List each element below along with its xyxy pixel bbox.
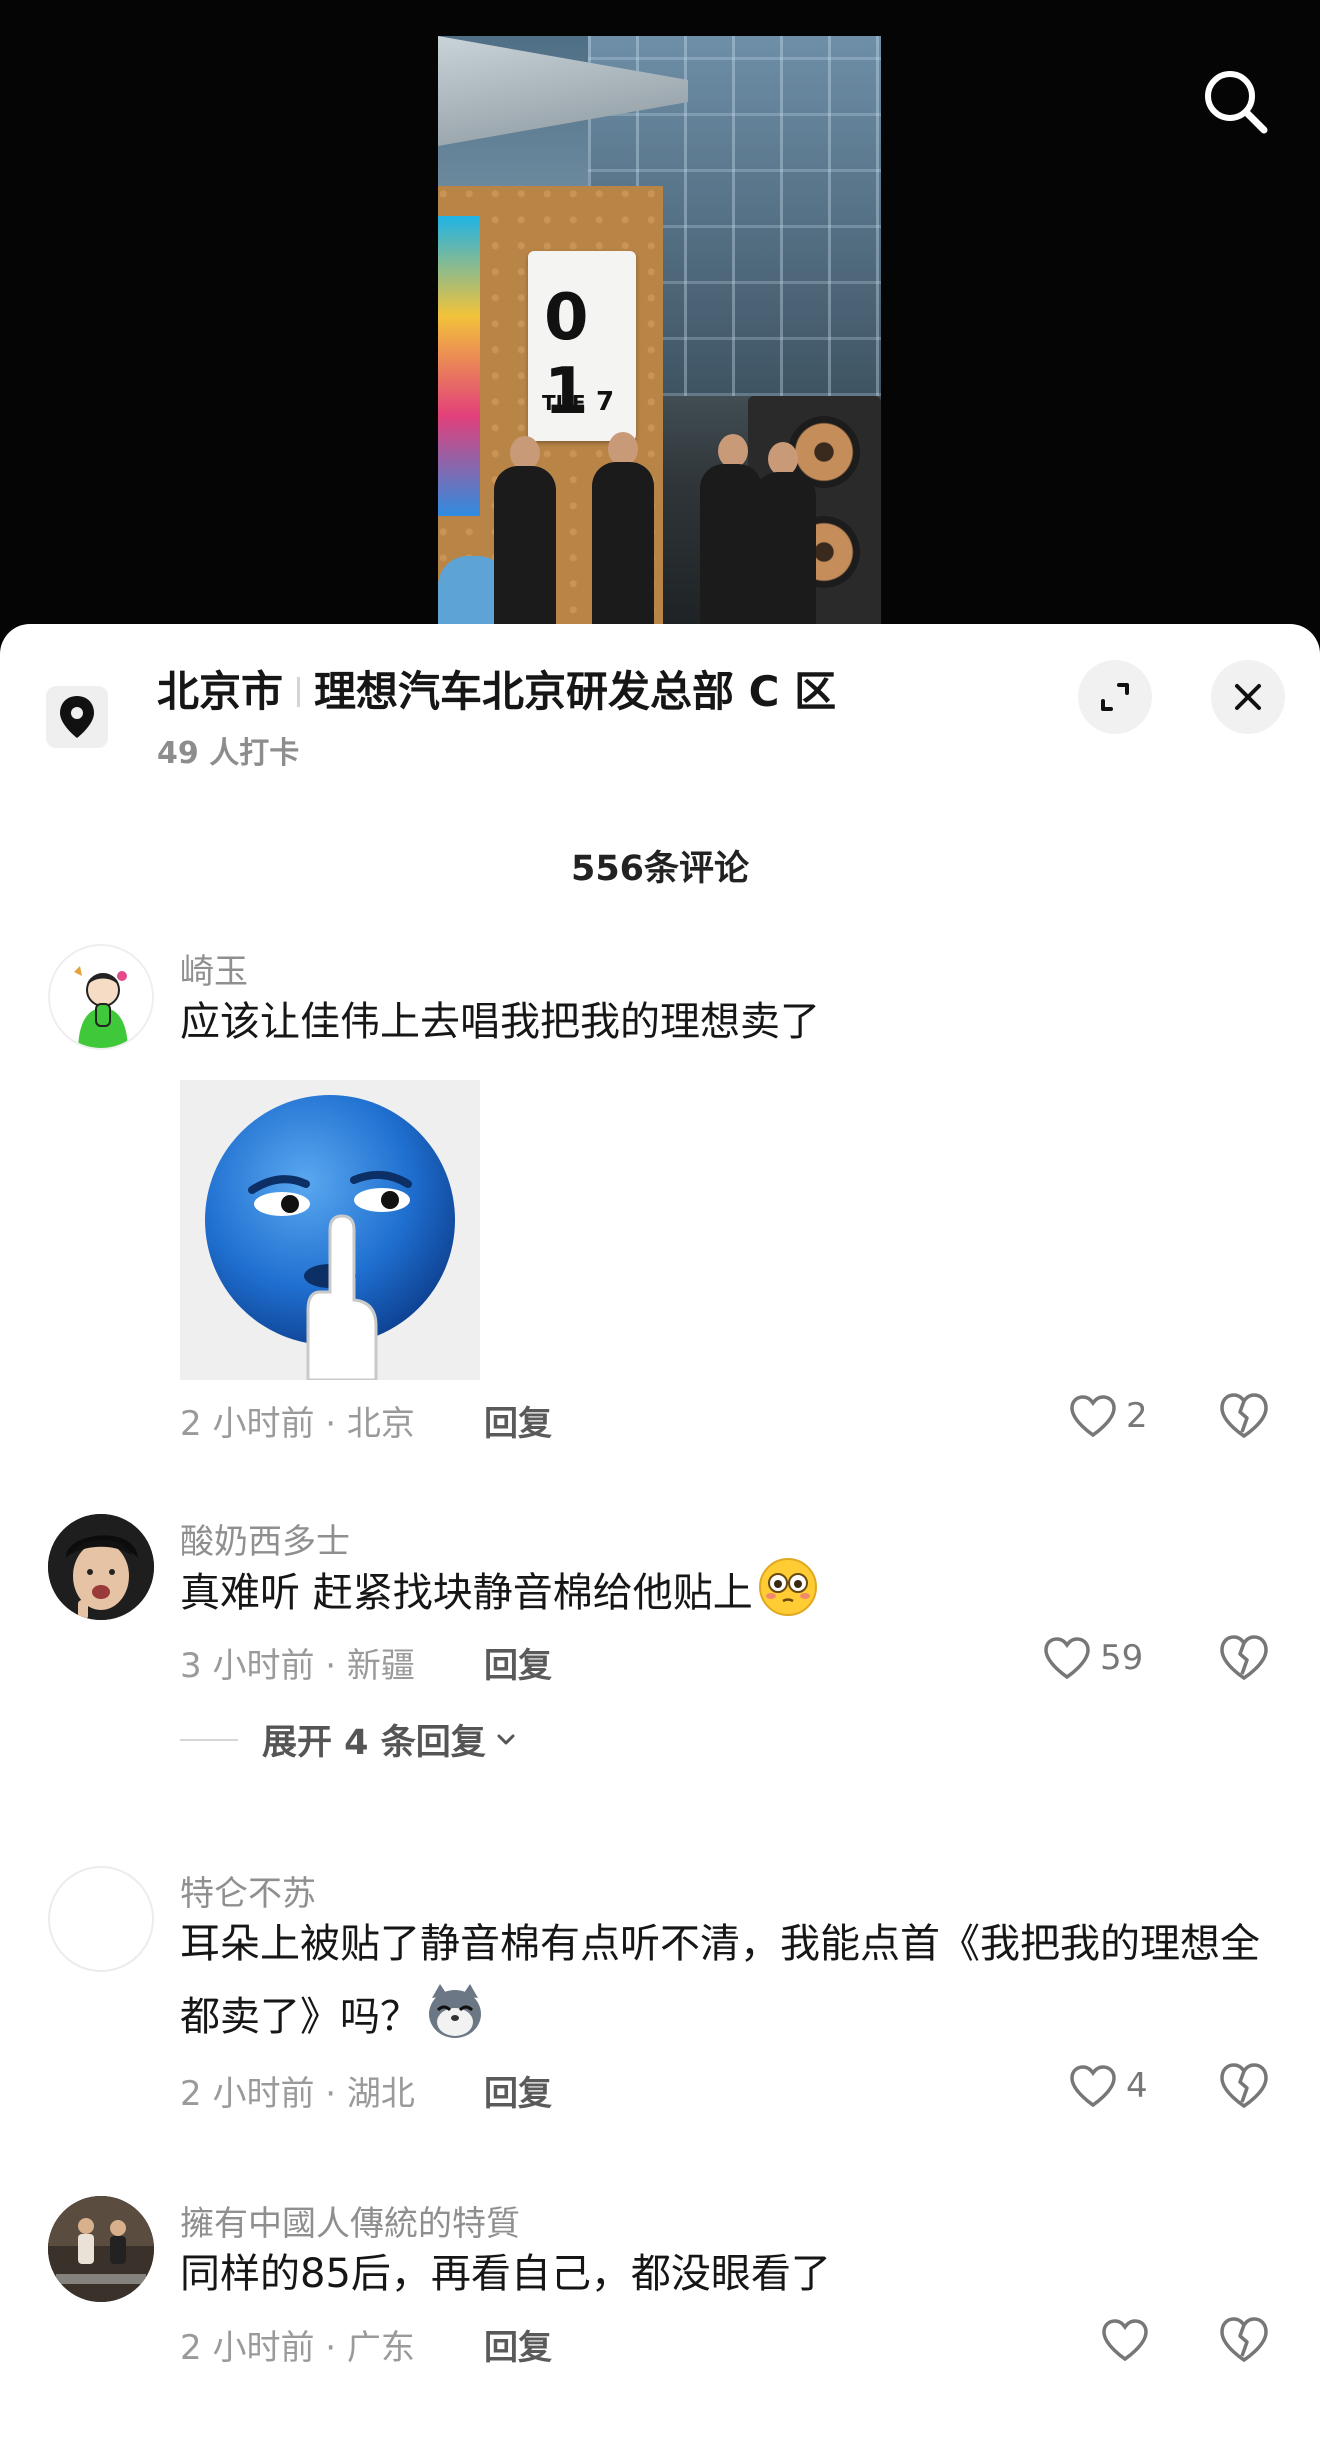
dislike-button[interactable] [1216,1630,1272,1686]
checkin-count: 49 人打卡 [157,736,300,771]
reply-button[interactable]: 回复 [484,1396,552,1445]
comment-sheet: 北京市 理想汽车北京研发总部 C 区 49 人打卡 556条评论 崎玉 应该让佳… [0,624,1320,2441]
expand-replies-label: 展开 4 条回复 [262,1723,486,1763]
like-count: 2 [1126,1396,1148,1436]
broken-heart-icon [1220,1635,1268,1681]
like-count: 4 [1126,2066,1148,2106]
video-area[interactable]: 0 1 TUE 7 [0,0,1320,640]
location-header[interactable]: 北京市 理想汽车北京研发总部 C 区 49 人打卡 [0,624,1320,794]
comment-text: 真难听 赶紧找块静音棉给他贴上 [180,1570,753,1616]
comment-text-row: 真难听 赶紧找块静音棉给他贴上 [180,1556,1260,1629]
person-head [510,436,540,470]
comment-time-location: 2 小时前 · 湖北 [180,2074,415,2114]
avatar[interactable] [48,1866,154,1972]
comment-item: 崎玉 应该让佳伟上去唱我把我的理想卖了 2 小时前 · 北京 回复 2 [0,944,1320,1484]
shush-emoji-sticker [180,1080,480,1380]
avatar-photo [48,2196,154,2302]
avatar-cartoon-icon [51,947,152,1048]
like-button[interactable]: 2 [1068,1388,1148,1444]
comment-count-title: 556条评论 [570,849,750,889]
title-separator [297,677,301,707]
close-icon [1235,684,1261,710]
person-head [718,434,748,468]
cat-emoji-icon [429,1984,481,2038]
person-head [608,432,638,466]
like-count: 59 [1100,1638,1144,1678]
heart-icon [1070,1395,1116,1438]
like-button[interactable]: 59 [1042,1630,1143,1686]
video-thumbnail[interactable]: 0 1 TUE 7 [438,36,881,636]
colorful-poster [438,216,480,516]
avatar[interactable] [48,944,154,1050]
reply-button[interactable]: 回复 [484,2066,552,2115]
like-button[interactable]: 4 [1068,2058,1148,2114]
avatar[interactable] [48,2196,154,2302]
comment-text-row: 耳朵上被贴了静音棉有点听不清，我能点首《我把我的理想全都卖了》吗？ [180,1908,1260,2053]
heart-icon [1102,2319,1148,2362]
expand-replies-button[interactable]: 展开 4 条回复 [180,1714,520,1765]
person [494,466,556,636]
chevron-down-icon [497,1734,515,1744]
broken-heart-icon [1220,2317,1268,2363]
location-place: 理想汽车北京研发总部 C 区 [314,667,837,716]
search-button[interactable] [1196,62,1276,142]
comment-item: 擁有中國人傳統的特質 同样的85后，再看自己，都没眼看了 2 小时前 · 广东 … [0,2196,1320,2441]
dislike-button[interactable] [1216,2312,1272,2368]
dislike-button[interactable] [1216,1388,1272,1444]
location-city: 北京市 [157,667,284,716]
comment-text: 应该让佳伟上去唱我把我的理想卖了 [180,999,820,1045]
person [592,462,654,636]
avatar[interactable] [48,1514,154,1620]
person [754,472,816,636]
comment-time-location: 2 小时前 · 北京 [180,1404,415,1444]
comment-text: 耳朵上被贴了静音棉有点听不清，我能点首《我把我的理想全都卖了》吗？ [180,1921,1260,2040]
like-button[interactable] [1100,2312,1158,2368]
broken-heart-icon [1220,1393,1268,1439]
reply-button[interactable]: 回复 [484,1638,552,1687]
comment-time-location: 2 小时前 · 广东 [180,2328,415,2368]
calendar-date: 7 [596,387,615,417]
comment-item: 特仑不苏 耳朵上被贴了静音棉有点听不清，我能点首《我把我的理想全都卖了》吗？ 2… [0,1866,1320,2126]
location-pin-button[interactable] [46,686,108,748]
comment-item: 酸奶西多士 真难听 赶紧找块静音棉给他贴上 3 小时前 · 新疆 回复 59 展… [0,1514,1320,1814]
heart-icon [1044,1637,1090,1680]
broken-heart-icon [1220,2063,1268,2109]
close-button[interactable] [1211,660,1285,734]
expand-button[interactable] [1078,660,1152,734]
avatar-photo [48,1514,154,1620]
flushed-emoji-icon [758,1558,817,1616]
comment-time-location: 3 小时前 · 新疆 [180,1646,415,1686]
expand-icon [1101,683,1129,711]
flip-calendar: 0 1 TUE 7 [528,251,636,441]
location-title[interactable]: 北京市 理想汽车北京研发总部 C 区 [157,664,836,720]
heart-icon [1070,2065,1116,2108]
search-icon [1205,71,1268,134]
reply-button[interactable]: 回复 [484,2320,552,2369]
comment-sticker-image[interactable] [180,1080,480,1380]
comment-text: 同样的85后，再看自己，都没眼看了 [180,2251,831,2297]
calendar-weekday: TUE [542,391,586,415]
expand-divider [180,1738,238,1741]
dislike-button[interactable] [1216,2058,1272,2114]
location-pin-icon [60,696,94,738]
person [700,464,762,636]
person-head [768,442,798,476]
